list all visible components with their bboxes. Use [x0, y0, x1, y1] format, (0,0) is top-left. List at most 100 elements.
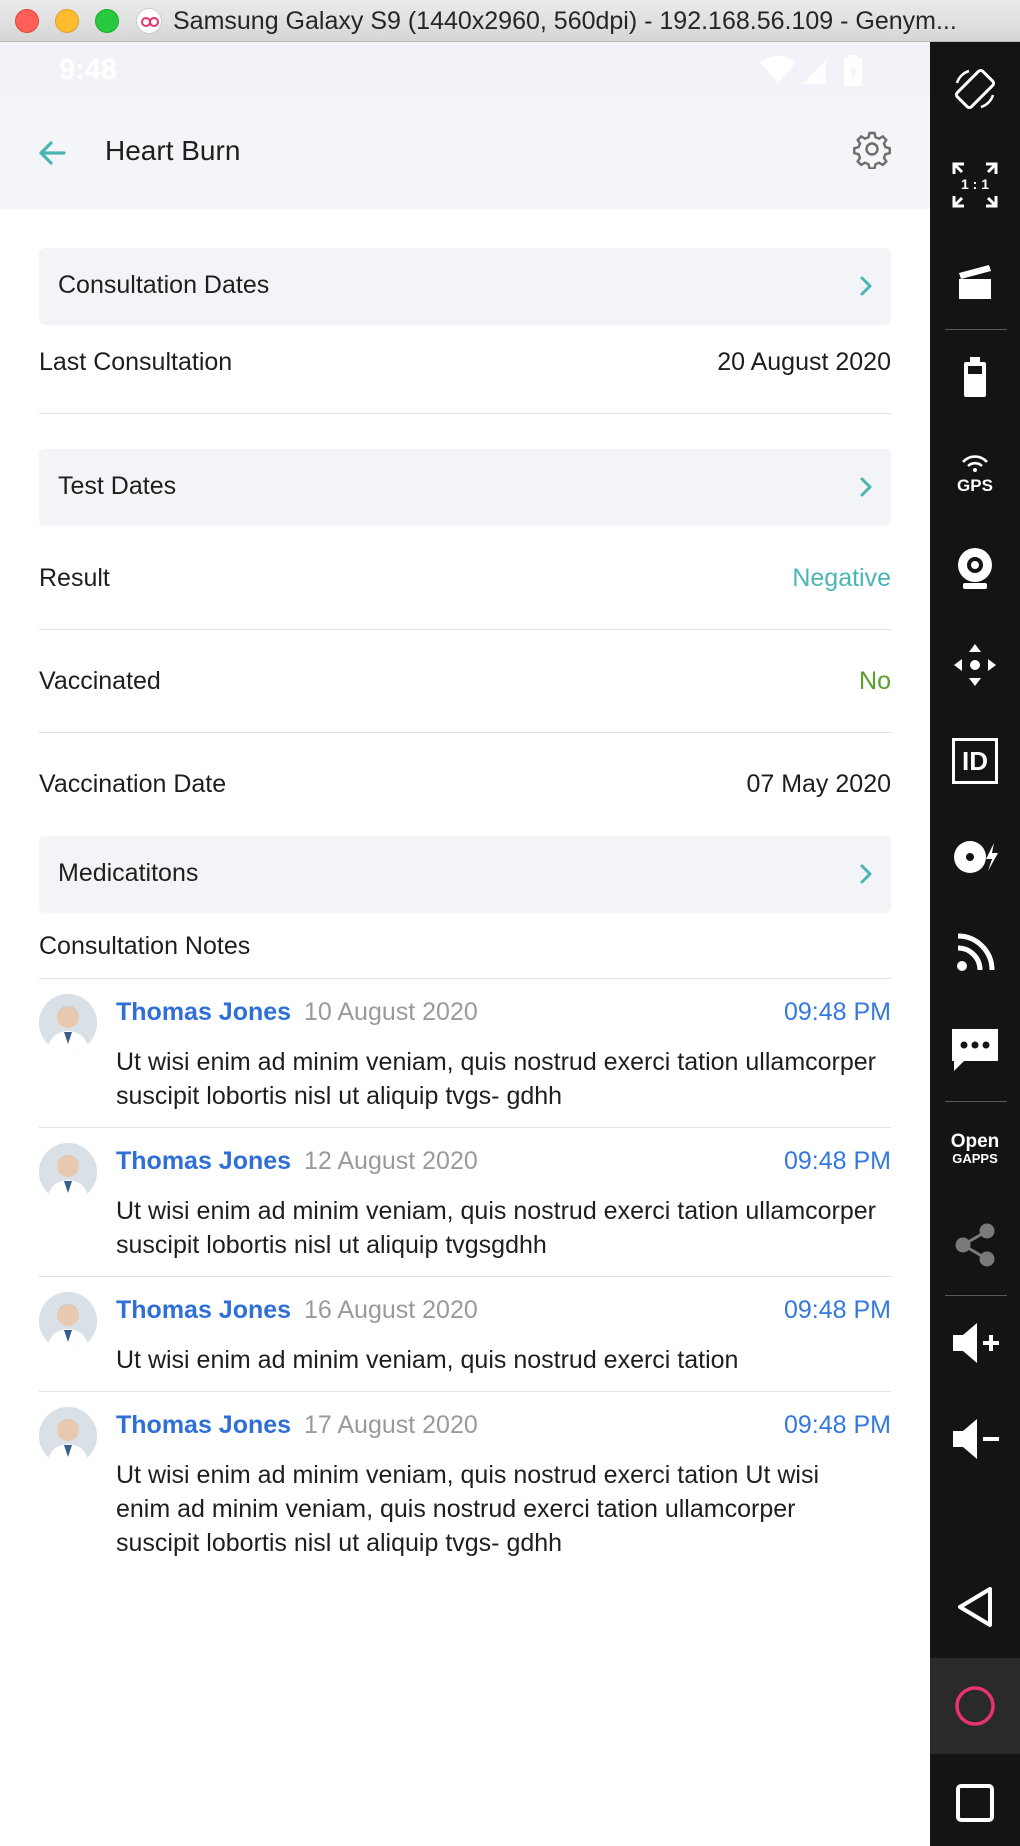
last-consultation-label: Last Consultation	[39, 348, 233, 376]
wifi-icon	[760, 56, 796, 84]
battery-charging-icon	[844, 55, 862, 86]
chevron-right-icon	[860, 276, 872, 296]
consultation-dates-card[interactable]: Consultation Dates	[39, 248, 891, 325]
doctor-avatar-icon	[39, 1292, 97, 1350]
divider	[39, 1391, 891, 1392]
window-close-button[interactable]	[15, 9, 39, 33]
sms-icon	[952, 1029, 998, 1071]
toolbar-separator	[945, 1295, 1007, 1296]
back-icon	[958, 1587, 992, 1627]
divider	[39, 1276, 891, 1277]
app-root: Samsung Galaxy S9 (1440x2960, 560dpi) - …	[0, 0, 1020, 1846]
camera-button[interactable]	[930, 524, 1020, 614]
avatar[interactable]	[39, 994, 97, 1052]
vaccination-date-label: Vaccination Date	[39, 770, 227, 798]
note-time: 09:48 PM	[783, 1147, 891, 1175]
test-dates-card[interactable]: Test Dates	[39, 449, 891, 526]
settings-button[interactable]	[852, 129, 892, 170]
note-time: 09:48 PM	[783, 1296, 891, 1324]
note-text: Ut wisi enim ad minim veniam, quis nostr…	[116, 1048, 877, 1110]
divider	[39, 629, 891, 630]
id-label: ID	[962, 746, 988, 776]
status-bar: 9:48	[0, 42, 930, 97]
android-back-button[interactable]	[930, 1562, 1020, 1652]
divider	[39, 1127, 891, 1128]
volume-up-button[interactable]	[930, 1298, 1020, 1388]
window-maximize-button[interactable]	[95, 9, 119, 33]
battery-button[interactable]	[930, 332, 1020, 422]
open-gapps-button[interactable]: Open GAPPS	[930, 1104, 1020, 1194]
device-screen: 9:48 Heart Burn Consultation Dates Last …	[0, 42, 930, 1846]
note-text: Ut wisi enim ad minim veniam, quis nostr…	[116, 1461, 820, 1557]
recent-apps-button[interactable]	[930, 1758, 1020, 1846]
identifiers-icon: ID	[952, 738, 998, 784]
consultation-dates-label: Consultation Dates	[58, 271, 270, 299]
disk-io-button[interactable]	[930, 812, 1020, 902]
camera-icon	[958, 548, 992, 589]
note-author[interactable]: Thomas Jones	[116, 1411, 291, 1440]
note-author[interactable]: Thomas Jones	[116, 1296, 291, 1325]
doctor-avatar-icon	[39, 994, 97, 1052]
vaccinated-label: Vaccinated	[39, 667, 161, 695]
cast-icon	[957, 933, 995, 971]
cast-button[interactable]	[930, 908, 1020, 998]
chevron-right-icon	[860, 864, 872, 884]
arrow-left-icon	[39, 141, 66, 165]
avatar[interactable]	[39, 1143, 97, 1201]
open-gapps-icon: Open GAPPS	[945, 1132, 1005, 1166]
volume-down-button[interactable]	[930, 1394, 1020, 1484]
avatar[interactable]	[39, 1292, 97, 1350]
medications-label: Medicatitons	[58, 859, 199, 887]
share-button[interactable]	[930, 1200, 1020, 1290]
note-text: Ut wisi enim ad minim veniam, quis nostr…	[116, 1346, 739, 1374]
vaccination-date-value: 07 May 2020	[746, 770, 891, 798]
dpad-button[interactable]	[930, 620, 1020, 710]
genymotion-logo-icon	[136, 8, 162, 34]
disk-io-icon	[954, 841, 998, 873]
divider	[39, 732, 891, 733]
status-time: 9:48	[59, 54, 118, 86]
gear-icon	[853, 131, 891, 170]
medications-card[interactable]: Medicatitons	[39, 836, 891, 913]
battery-icon	[964, 357, 986, 397]
window-minimize-button[interactable]	[55, 9, 79, 33]
identifiers-button[interactable]: ID	[930, 716, 1020, 806]
doctor-avatar-icon	[39, 1143, 97, 1201]
result-label: Result	[39, 564, 110, 592]
note-date: 12 August 2020	[304, 1147, 478, 1175]
signal-icon	[802, 60, 826, 84]
video-capture-button[interactable]	[930, 236, 1020, 326]
note-time: 09:48 PM	[783, 998, 891, 1026]
vaccinated-value: No	[859, 667, 891, 695]
app-bar: Heart Burn	[0, 97, 930, 209]
note-date: 16 August 2020	[304, 1296, 478, 1324]
fullscreen-button[interactable]: 1 : 1	[930, 140, 1020, 230]
consultation-notes-label: Consultation Notes	[39, 932, 251, 960]
rotate-icon	[954, 68, 996, 110]
back-button[interactable]	[32, 133, 72, 173]
sms-button[interactable]	[930, 1004, 1020, 1094]
android-home-button[interactable]	[930, 1658, 1020, 1754]
window-title: Samsung Galaxy S9 (1440x2960, 560dpi) - …	[173, 7, 957, 35]
fullscreen-icon: 1 : 1	[950, 160, 1000, 210]
gps-icon: GPS	[950, 452, 1000, 495]
toolbar-separator	[945, 1101, 1007, 1102]
emulator-toolbar: 1 : 1 GPS ID Open GAPPS	[930, 42, 1020, 1846]
volume-down-icon	[953, 1419, 999, 1459]
toolbar-separator	[945, 329, 1007, 330]
note-date: 17 August 2020	[304, 1411, 478, 1439]
gps-button[interactable]: GPS	[930, 428, 1020, 518]
home-icon	[955, 1686, 995, 1726]
avatar[interactable]	[39, 1407, 97, 1465]
rotate-button[interactable]	[930, 44, 1020, 134]
share-icon	[955, 1223, 995, 1267]
status-icons	[758, 54, 878, 93]
gps-label: GPS	[957, 475, 993, 495]
open-gapps-label-top: Open	[950, 1131, 1000, 1152]
note-author[interactable]: Thomas Jones	[116, 1147, 291, 1176]
open-gapps-label-bottom: GAPPS	[952, 1151, 998, 1166]
recent-apps-icon	[956, 1784, 994, 1822]
test-dates-label: Test Dates	[58, 472, 177, 500]
ratio-label: 1 : 1	[960, 176, 989, 192]
note-author[interactable]: Thomas Jones	[116, 998, 291, 1027]
